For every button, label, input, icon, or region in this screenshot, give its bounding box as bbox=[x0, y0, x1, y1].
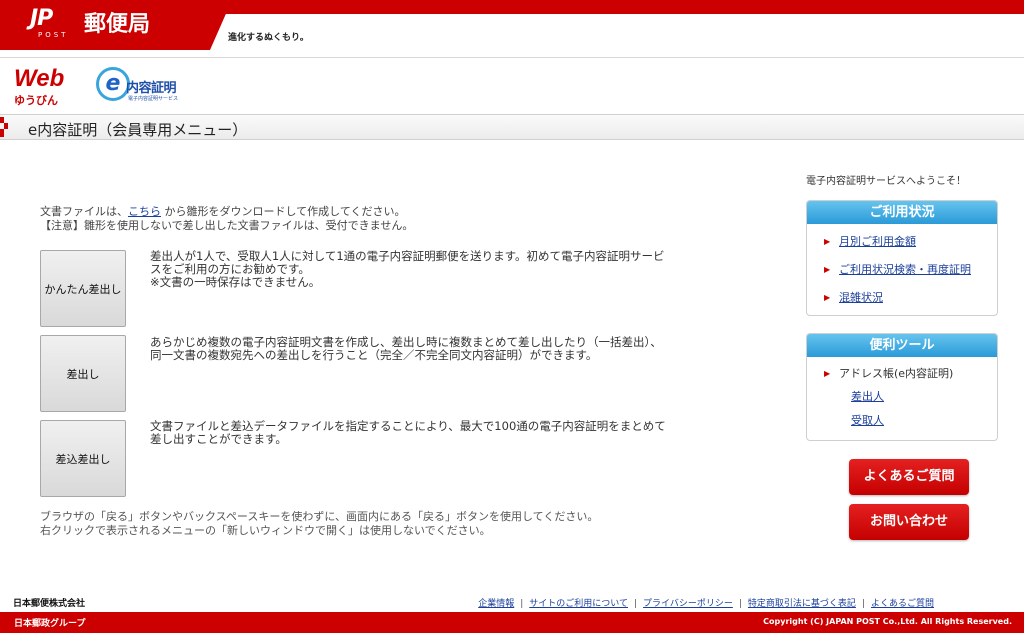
note-line2: 右クリックで表示されるメニューの「新しいウィンドウで開く」は使用しないでください… bbox=[40, 524, 491, 537]
merge-send-button[interactable]: 差込差出し bbox=[40, 420, 126, 497]
bullet-arrow-icon: ▶ bbox=[824, 237, 831, 246]
note-line1: ブラウザの「戻る」ボタンやバックスペースキーを使わずに、画面内にある「戻る」ボタ… bbox=[40, 510, 599, 523]
footer-link-commercial-law[interactable]: 特定商取引法に基づく表記 bbox=[748, 599, 856, 609]
e-logo-mark: e bbox=[96, 67, 130, 101]
service-logos: Web ゆうびん e 内容証明 電子内容証明サービス bbox=[0, 59, 1024, 113]
header-strip bbox=[210, 0, 1024, 14]
e-logo-sub: 電子内容証明サービス bbox=[128, 96, 179, 102]
address-book-recipient-item: 受取人 bbox=[807, 409, 997, 433]
jp-logo-mark: JP bbox=[30, 6, 53, 31]
jp-logo-post: POST bbox=[38, 31, 69, 39]
page-title: e内容証明（会員専用メニュー） bbox=[28, 121, 248, 139]
intro-line1-before: 文書ファイルは、 bbox=[40, 205, 128, 218]
welcome-message: 電子内容証明サービスへようこそ！ bbox=[806, 176, 966, 187]
tagline: 進化するぬくもり。 bbox=[228, 33, 309, 43]
contact-button[interactable]: お問い合わせ bbox=[849, 504, 969, 540]
bullet-arrow-icon: ▶ bbox=[824, 265, 831, 274]
usage-item-search: ▶ ご利用状況検索・再度証明 bbox=[807, 256, 997, 284]
address-book-sender-item: 差出人 bbox=[807, 385, 997, 409]
bullet-arrow-icon: ▶ bbox=[824, 369, 831, 378]
congestion-link[interactable]: 混雑状況 bbox=[839, 291, 883, 304]
send-description: あらかじめ複数の電子内容証明文書を作成し、差出し時に複数まとめて差し出したり（一… bbox=[150, 335, 662, 362]
footer-link-corporate[interactable]: 企業情報 bbox=[478, 599, 514, 609]
monthly-usage-link[interactable]: 月別ご利用金額 bbox=[839, 235, 916, 248]
e-naiyo-logo[interactable]: e 内容証明 電子内容証明サービス bbox=[92, 67, 188, 105]
e-logo-name: 内容証明 bbox=[126, 81, 177, 96]
simple-send-description: 差出人が1人で、受取人1人に対して1通の電子内容証明郵便を送ります。初めて電子内… bbox=[150, 249, 665, 289]
recipient-link[interactable]: 受取人 bbox=[851, 414, 884, 427]
footer-bar: 日本郵政グループ Copyright (C) JAPAN POST Co.,Lt… bbox=[0, 612, 1024, 633]
title-marker-icon bbox=[0, 117, 8, 137]
intro-line1-after: から雛形をダウンロードして作成してください。 bbox=[161, 205, 406, 218]
send-button[interactable]: 差出し bbox=[40, 335, 126, 412]
template-download-link[interactable]: こちら bbox=[128, 205, 161, 218]
merge-send-description: 文書ファイルと差込データファイルを指定することにより、最大で100通の電子内容証… bbox=[150, 419, 666, 446]
tools-panel: 便利ツール ▶ アドレス帳(e内容証明) 差出人 受取人 bbox=[806, 333, 998, 441]
address-book-label: アドレス帳(e内容証明) bbox=[839, 367, 954, 380]
japan-post-group-logo: 日本郵政グループ bbox=[14, 619, 86, 629]
site-header: JP POST 郵便局 進化するぬくもり。 bbox=[0, 0, 1024, 58]
page-title-bar: e内容証明（会員専用メニュー） bbox=[0, 114, 1024, 140]
simple-send-button[interactable]: かんたん差出し bbox=[40, 250, 126, 327]
yubin-logo-text: ゆうびん bbox=[14, 94, 58, 107]
usage-item-congestion: ▶ 混雑状況 bbox=[807, 284, 997, 312]
usage-panel: ご利用状況 ▶ 月別ご利用金額 ▶ ご利用状況検索・再度証明 ▶ 混雑状況 bbox=[806, 200, 998, 316]
intro-warning: 【注意】雛形を使用しないで差し出した文書ファイルは、受付できません。 bbox=[40, 219, 414, 232]
footer-link-site-usage[interactable]: サイトのご利用について bbox=[529, 599, 628, 609]
footer-link-faq[interactable]: よくあるご質問 bbox=[871, 599, 934, 609]
footer-link-privacy[interactable]: プライバシーポリシー bbox=[643, 599, 733, 609]
copyright: Copyright (C) JAPAN POST Co.,Ltd. All Ri… bbox=[763, 617, 1012, 626]
usage-panel-title: ご利用状況 bbox=[807, 201, 997, 224]
address-book-item: ▶ アドレス帳(e内容証明) bbox=[807, 362, 997, 385]
usage-search-link[interactable]: ご利用状況検索・再度証明 bbox=[839, 263, 971, 276]
company-name: 日本郵便株式会社 bbox=[13, 599, 86, 609]
intro-text: 文書ファイルは、こちら から雛形をダウンロードして作成してください。 【注意】雛… bbox=[40, 205, 413, 233]
web-yubin-logo[interactable]: Web bbox=[14, 67, 64, 91]
japan-post-logo[interactable]: JP POST 郵便局 bbox=[0, 0, 232, 50]
tools-panel-title: 便利ツール bbox=[807, 334, 997, 357]
bullet-arrow-icon: ▶ bbox=[824, 293, 831, 302]
usage-item-monthly: ▶ 月別ご利用金額 bbox=[807, 228, 997, 256]
sender-link[interactable]: 差出人 bbox=[851, 390, 884, 403]
faq-button[interactable]: よくあるご質問 bbox=[849, 459, 969, 495]
brand-name: 郵便局 bbox=[84, 12, 151, 37]
footer-links: 企業情報 | サイトのご利用について | プライバシーポリシー | 特定商取引法に基づく表記… bbox=[478, 599, 934, 609]
usage-note: ブラウザの「戻る」ボタンやバックスペースキーを使わずに、画面内にある「戻る」ボタ… bbox=[40, 510, 598, 538]
